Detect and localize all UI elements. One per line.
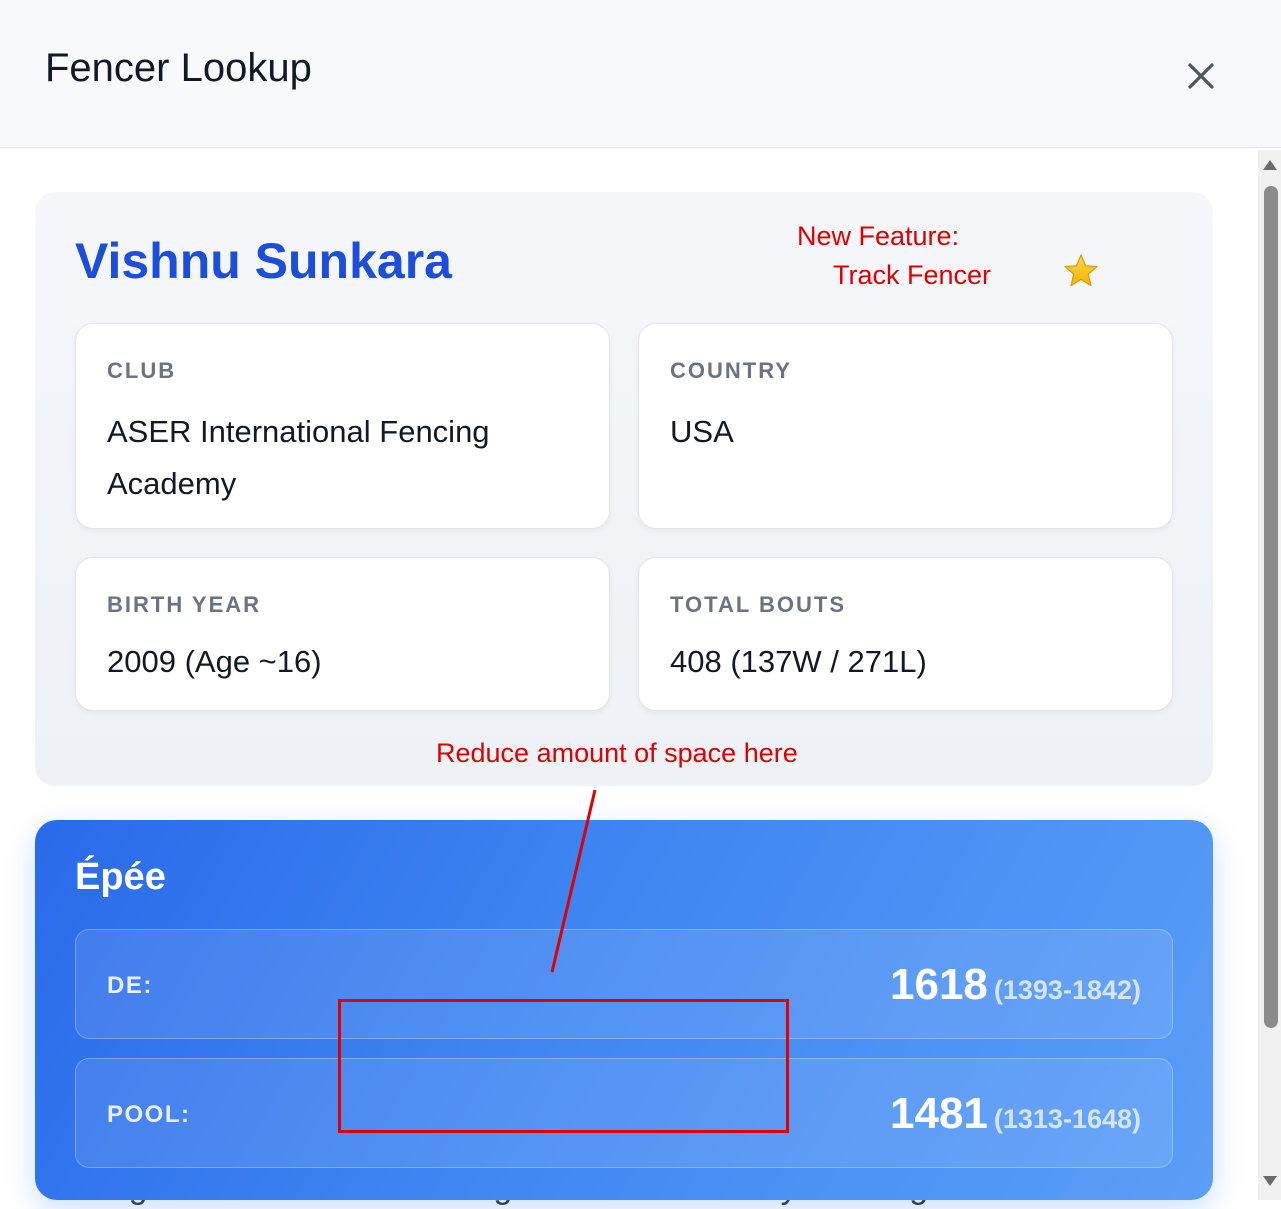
modal-title: Fencer Lookup [45,46,312,90]
modal-header: Fencer Lookup [0,0,1281,148]
de-rating-row: DE: 1618 (1393-1842) [75,929,1173,1039]
feature-annotation-line1: New Feature: [797,221,960,251]
close-button[interactable] [1180,55,1222,97]
scroll-up-arrow-icon[interactable] [1262,158,1278,172]
total-bouts-label: TOTAL BOUTS [670,592,846,617]
country-value: USA [670,414,734,449]
pool-rating-label: POOL: [107,1101,191,1128]
birth-year-label: BIRTH YEAR [107,592,262,617]
de-rating-range: (1393-1842) [993,975,1141,1005]
birth-year-value: 2009 (Age ~16) [107,644,322,679]
club-label: CLUB [107,358,177,383]
total-bouts-card: TOTAL BOUTS 408 (137W / 271L) [638,557,1173,711]
scrollbar-thumb[interactable] [1264,186,1278,1028]
de-rating-value-group: 1618 (1393-1842) [890,960,1141,1010]
birth-year-card: BIRTH YEAR 2009 (Age ~16) [75,557,610,711]
pool-rating-row: POOL: 1481 (1313-1648) [75,1058,1173,1168]
close-icon [1188,63,1214,89]
club-card: CLUB ASER International Fencing Academy [75,323,610,529]
pool-rating-value-group: 1481 (1313-1648) [890,1089,1141,1139]
space-annotation-text: Reduce amount of space here [436,738,798,768]
club-value: ASER International Fencing Academy [107,414,490,501]
de-rating-label: DE: [107,972,153,999]
fencer-name: Vishnu Sunkara [75,233,452,289]
country-label: COUNTRY [670,358,792,383]
pool-rating-range: (1313-1648) [993,1104,1141,1134]
star-icon[interactable] [1063,253,1099,289]
country-card: COUNTRY USA [638,323,1173,529]
weapon-title: Épée [75,856,166,898]
scroll-down-arrow-icon[interactable] [1262,1174,1278,1188]
feature-annotation-line2: Track Fencer [833,260,992,290]
pool-rating-value: 1481 [890,1089,988,1138]
de-rating-value: 1618 [890,960,988,1009]
total-bouts-value: 408 (137W / 271L) [670,644,927,679]
